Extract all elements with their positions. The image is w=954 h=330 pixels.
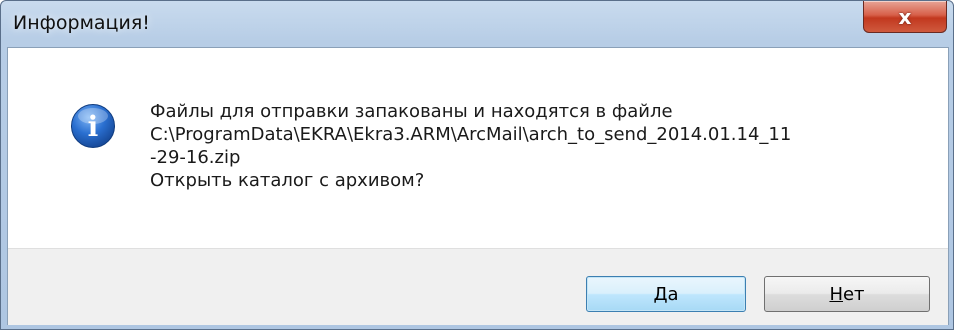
no-button-label-rest: ет bbox=[842, 283, 865, 305]
button-bar: Да Нет bbox=[8, 248, 948, 325]
title-bar[interactable]: Информация! x bbox=[1, 1, 953, 47]
yes-button[interactable]: Да bbox=[586, 276, 746, 312]
dialog-client-area: i Файлы для отправки запакованы и находя… bbox=[7, 47, 949, 325]
message-line: Файлы для отправки запакованы и находятс… bbox=[150, 101, 673, 122]
dialog-title: Информация! bbox=[13, 12, 150, 34]
message-line: -29-16.zip bbox=[150, 147, 241, 168]
message-text: Файлы для отправки запакованы и находятс… bbox=[150, 100, 791, 192]
svg-text:i: i bbox=[88, 110, 99, 143]
no-button-mnemonic: Н bbox=[829, 283, 843, 305]
yes-button-label: Да bbox=[653, 283, 679, 305]
message-line: Открыть каталог с архивом? bbox=[150, 170, 425, 191]
no-button[interactable]: Нет bbox=[764, 276, 930, 312]
close-icon: x bbox=[898, 4, 912, 29]
message-line: C:\ProgramData\EKRA\Ekra3.ARM\ArcMail\ar… bbox=[150, 124, 792, 145]
close-button[interactable]: x bbox=[863, 1, 947, 33]
message-area: i Файлы для отправки запакованы и находя… bbox=[8, 48, 948, 248]
information-icon: i bbox=[71, 104, 115, 148]
dialog-window: Информация! x i Файлы для отправки запак… bbox=[0, 0, 954, 330]
no-button-label: Нет bbox=[829, 284, 864, 305]
